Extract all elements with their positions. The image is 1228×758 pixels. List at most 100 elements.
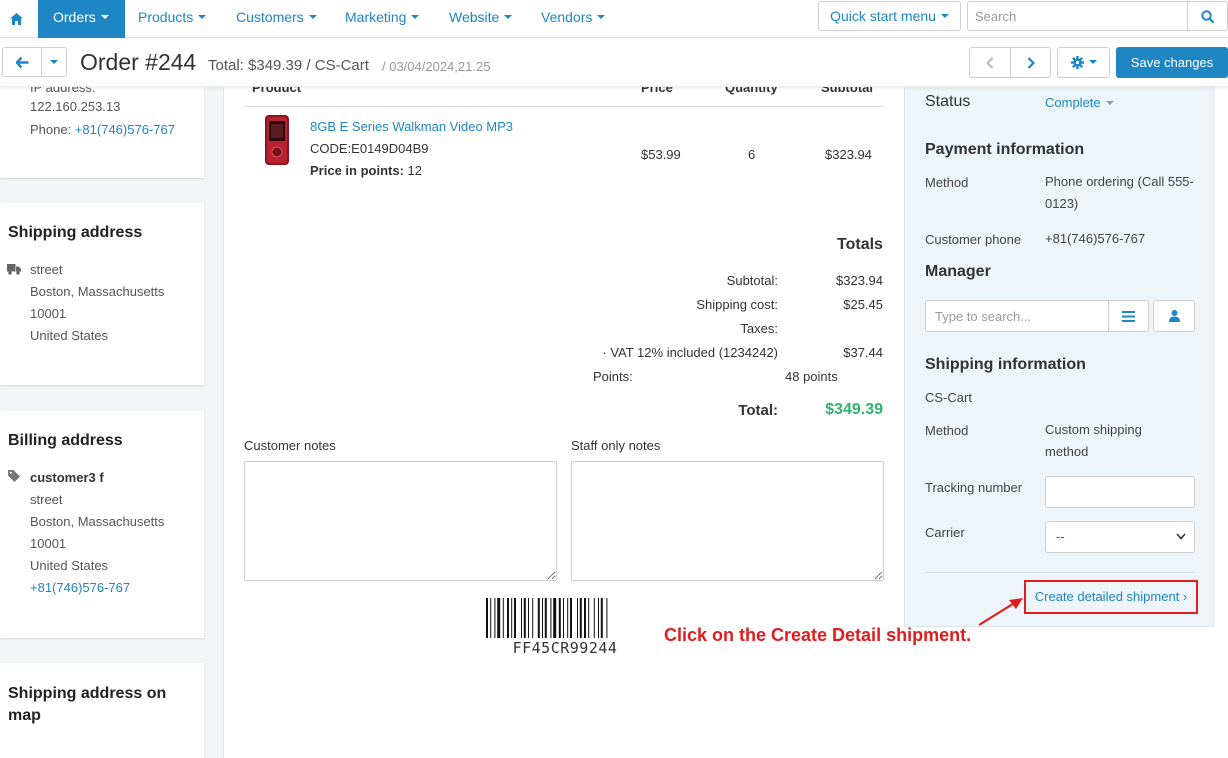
customer-notes-textarea[interactable]	[244, 461, 557, 581]
chevron-down-icon	[308, 15, 317, 20]
chevron-down-icon	[504, 15, 513, 20]
gear-icon	[1070, 56, 1084, 69]
shipping-address-title: Shipping address	[8, 224, 143, 241]
page-title: Order #244	[80, 49, 197, 75]
chevron-down-icon	[50, 60, 58, 64]
ip-value: 122.160.253.13	[30, 99, 121, 114]
save-changes-button[interactable]: Save changes	[1116, 47, 1228, 78]
status-dropdown[interactable]: Complete	[1045, 95, 1114, 110]
points-total-label: Points:	[593, 369, 633, 384]
nav-customers[interactable]: Customers	[236, 0, 317, 38]
points-total-value: 48 points	[785, 369, 838, 384]
list-icon	[1122, 310, 1135, 322]
back-dropdown-button[interactable]	[41, 47, 67, 77]
shipping-address-card: Shipping address street Boston, Massachu…	[0, 203, 204, 385]
vat-value: $37.44	[843, 345, 883, 360]
product-subtotal: $323.94	[825, 147, 872, 162]
billing-address-title: Billing address	[8, 432, 123, 449]
nav-website[interactable]: Website	[449, 0, 513, 38]
search-input[interactable]	[967, 1, 1188, 31]
search-button[interactable]	[1187, 1, 1228, 31]
tracking-number-label: Tracking number	[925, 480, 1023, 495]
points-label: Price in points:	[310, 163, 404, 178]
tag-icon	[8, 470, 20, 482]
chevron-left-icon	[986, 56, 994, 69]
tracking-number-input[interactable]	[1045, 476, 1195, 508]
billing-phone-link[interactable]: +81(746)576-767	[30, 580, 130, 595]
manager-assign-button[interactable]	[1153, 300, 1195, 332]
status-label: Status	[925, 93, 971, 110]
table-divider	[244, 106, 884, 107]
shipping-city: Boston, Massachusetts	[30, 284, 165, 299]
chevron-down-icon	[1088, 59, 1097, 64]
order-total-summary: Total: $349.39 / CS-Cart	[208, 57, 369, 74]
chevron-down-icon	[411, 15, 420, 20]
panel-divider	[925, 572, 1195, 573]
billing-name: customer3 f	[30, 470, 104, 485]
shipping-country: United States	[30, 328, 109, 343]
billing-city: Boston, Massachusetts	[30, 514, 165, 529]
prev-order-button[interactable]	[969, 47, 1011, 78]
carrier-select[interactable]: --	[1045, 521, 1195, 553]
customer-info-card: IP address: 122.160.253.13 Phone: +81(74…	[0, 80, 204, 178]
chevron-right-icon	[1027, 56, 1035, 69]
shipping-cost-label: Shipping cost:	[696, 297, 778, 312]
billing-address-card: Billing address customer3 f street Bosto…	[0, 411, 204, 638]
product-quantity: 6	[748, 147, 756, 162]
user-icon	[1168, 310, 1180, 322]
payment-info-title: Payment information	[925, 141, 1085, 158]
staff-notes-textarea[interactable]	[571, 461, 884, 581]
staff-notes-label: Staff only notes	[571, 438, 661, 453]
customer-phone-link[interactable]: +81(746)576-767	[75, 122, 175, 137]
carrier-label: Carrier	[925, 525, 965, 540]
shipping-info-title: Shipping information	[925, 356, 1086, 373]
chevron-down-icon	[1176, 533, 1186, 540]
total-value: $349.39	[825, 401, 883, 418]
settings-dropdown-button[interactable]	[1057, 47, 1110, 78]
taxes-label: Taxes:	[740, 321, 778, 336]
totals-title: Totals	[837, 236, 883, 253]
home-icon[interactable]	[0, 0, 32, 38]
barcode-image	[486, 598, 608, 638]
barcode-text: FF45CR99244	[512, 639, 618, 657]
total-label: Total:	[738, 402, 778, 419]
product-name-link[interactable]: 8GB E Series Walkman Video MP3	[310, 119, 513, 134]
shipping-map-title: Shipping address on map	[8, 685, 167, 724]
payment-method-value: Phone ordering (Call 555-0123)	[1045, 174, 1194, 211]
chevron-down-icon	[100, 15, 109, 20]
product-thumbnail[interactable]	[262, 114, 292, 166]
shipping-cost-value: $25.45	[843, 297, 883, 312]
chevron-down-icon	[597, 15, 606, 20]
chevron-down-icon	[940, 14, 949, 19]
vat-label: · VAT 12% included (1234242)	[602, 345, 778, 360]
annotation-text: Click on the Create Detail shipment.	[664, 625, 972, 645]
product-code: CODE:E0149D04B9	[310, 141, 429, 156]
top-navigation: Orders Products Customers Marketing Webs…	[0, 0, 1228, 38]
nav-vendors[interactable]: Vendors	[541, 0, 606, 38]
subtotal-label: Subtotal:	[726, 273, 778, 288]
nav-marketing[interactable]: Marketing	[345, 0, 420, 38]
shipping-zip: 10001	[30, 306, 67, 321]
truck-icon	[7, 264, 21, 275]
arrow-left-icon	[15, 56, 28, 68]
nav-products[interactable]: Products	[138, 0, 207, 38]
shipping-street: street	[30, 262, 63, 277]
search-icon	[1201, 9, 1214, 23]
product-price: $53.99	[641, 147, 681, 162]
payment-method-label: Method	[925, 175, 969, 190]
phone-label: Phone:	[30, 122, 72, 137]
back-button[interactable]	[2, 47, 42, 77]
quick-start-menu-button[interactable]: Quick start menu	[818, 1, 961, 31]
shipping-vendor: CS-Cart	[925, 390, 972, 405]
create-detailed-shipment-link[interactable]: Create detailed shipment ›	[1024, 580, 1198, 614]
manager-search-input[interactable]	[925, 300, 1109, 332]
shipping-map-card: Shipping address on map	[0, 663, 204, 758]
chevron-down-icon	[1105, 100, 1114, 105]
next-order-button[interactable]	[1010, 47, 1051, 78]
billing-street: street	[30, 492, 63, 507]
shipping-method-value: Custom shipping method	[1045, 422, 1142, 459]
manager-list-button[interactable]	[1108, 300, 1149, 332]
nav-orders[interactable]: Orders	[38, 0, 125, 38]
customer-notes-label: Customer notes	[244, 438, 336, 453]
billing-zip: 10001	[30, 536, 67, 551]
